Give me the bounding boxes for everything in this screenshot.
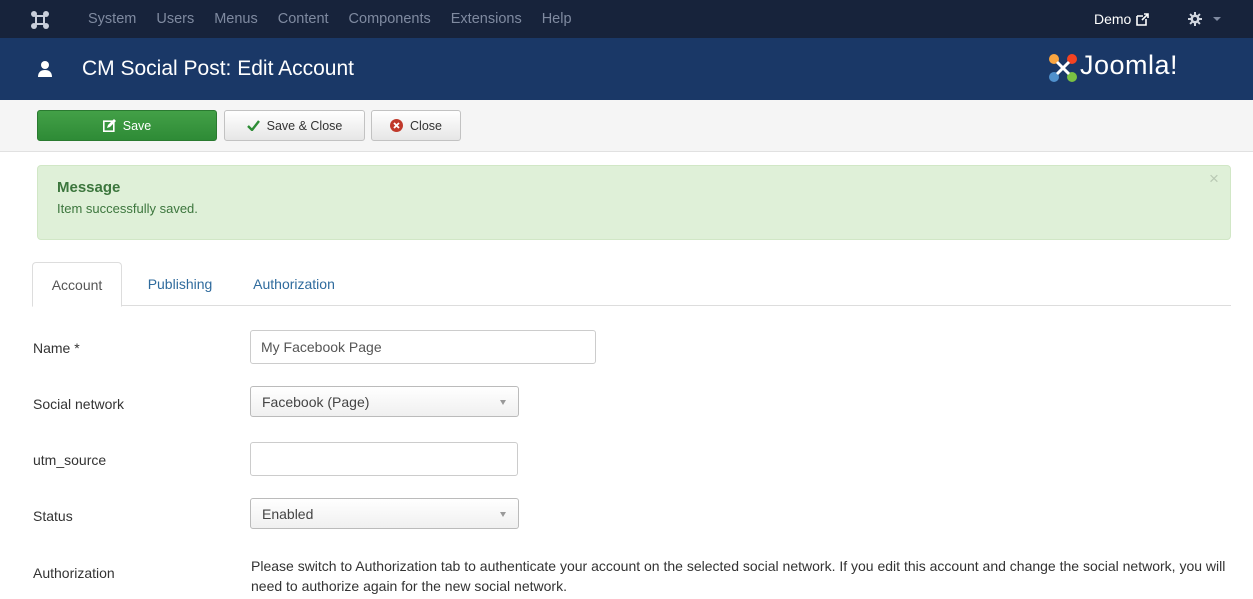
joomla-brand: Joomla!: [1080, 50, 1178, 81]
menu-item-menus[interactable]: Menus: [214, 11, 258, 27]
edit-icon: [102, 119, 116, 132]
name-label: Name *: [33, 340, 80, 356]
user-icon: [38, 61, 52, 77]
status-label: Status: [33, 508, 73, 524]
utm-source-label: utm_source: [33, 452, 107, 468]
external-link-icon: [1136, 13, 1149, 26]
toolbar: Save Save & Close Close: [0, 100, 1253, 152]
page-title: CM Social Post: Edit Account: [82, 57, 354, 80]
main-menu: System Users Menus Content Components Ex…: [88, 0, 592, 38]
gear-icon[interactable]: [1187, 11, 1203, 27]
utm-source-field[interactable]: [250, 442, 518, 476]
menu-item-content[interactable]: Content: [278, 11, 329, 27]
menu-item-help[interactable]: Help: [542, 11, 572, 27]
chevron-down-icon: [500, 400, 506, 405]
social-network-select[interactable]: Facebook (Page): [250, 386, 519, 417]
message-text: Item successfully saved.: [57, 201, 198, 216]
save-button-label: Save: [122, 118, 152, 133]
tab-account[interactable]: Account: [32, 262, 122, 307]
chevron-down-icon[interactable]: [1213, 17, 1221, 21]
tab-bar: Account Publishing Authorization: [32, 262, 1231, 307]
menu-item-system[interactable]: System: [88, 11, 136, 27]
tab-authorization[interactable]: Authorization: [238, 262, 350, 306]
social-network-value: Facebook (Page): [262, 393, 370, 410]
close-button[interactable]: Close: [371, 110, 461, 141]
remove-icon: [390, 119, 404, 132]
tab-publishing[interactable]: Publishing: [130, 262, 230, 306]
authorization-info-text: Please switch to Authorization tab to au…: [251, 558, 1226, 594]
check-icon: [246, 120, 260, 131]
demo-site-link[interactable]: Demo: [1094, 11, 1131, 27]
chevron-down-icon: [500, 512, 506, 517]
save-close-button-label: Save & Close: [266, 118, 343, 133]
menu-item-extensions[interactable]: Extensions: [451, 11, 522, 27]
status-select[interactable]: Enabled: [250, 498, 519, 529]
close-button-label: Close: [410, 118, 442, 133]
status-value: Enabled: [262, 505, 314, 522]
authorization-label: Authorization: [33, 565, 115, 581]
success-message: Message Item successfully saved. ×: [37, 165, 1231, 240]
message-heading: Message: [57, 179, 121, 196]
top-navbar: System Users Menus Content Components Ex…: [0, 0, 1253, 38]
menu-item-users[interactable]: Users: [156, 11, 194, 27]
save-close-button[interactable]: Save & Close: [224, 110, 365, 141]
joomla-icon[interactable]: [30, 10, 50, 30]
joomla-logo-icon: [1049, 54, 1077, 82]
name-field[interactable]: [250, 330, 596, 364]
brand-text: Joomla!: [1080, 50, 1179, 80]
save-button[interactable]: Save: [37, 110, 217, 141]
page-header: CM Social Post: Edit Account Joomla!: [0, 38, 1253, 100]
close-icon[interactable]: ×: [1209, 169, 1219, 189]
social-network-label: Social network: [33, 396, 125, 412]
menu-item-components[interactable]: Components: [349, 11, 431, 27]
